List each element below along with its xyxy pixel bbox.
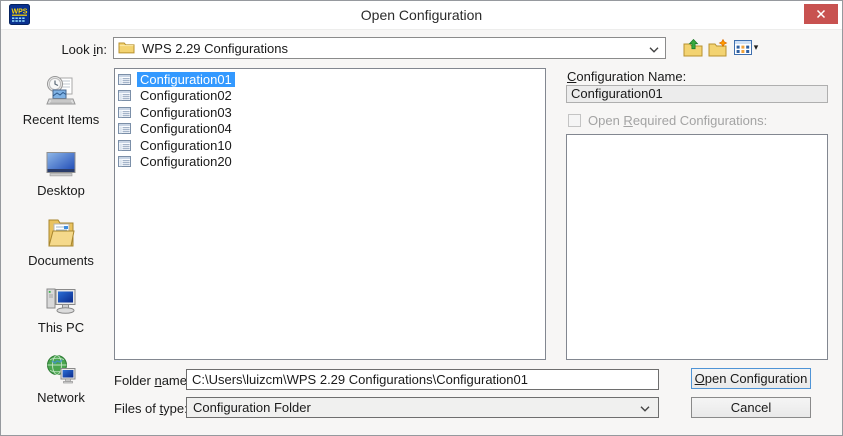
file-item[interactable]: Configuration01 xyxy=(115,71,545,88)
file-item-label: Configuration04 xyxy=(137,121,235,136)
sidebar-item-this-pc[interactable]: This PC xyxy=(13,285,109,335)
file-item[interactable]: Configuration10 xyxy=(115,137,545,154)
cancel-button[interactable]: Cancel xyxy=(691,397,811,418)
look-in-combobox[interactable]: WPS 2.29 Configurations xyxy=(113,37,666,59)
configuration-file-icon xyxy=(118,156,131,167)
sidebar-item-network[interactable]: Network xyxy=(13,354,109,405)
open-required-checkbox[interactable] xyxy=(568,114,581,127)
file-item[interactable]: Configuration04 xyxy=(115,121,545,138)
dialog-title: Open Configuration xyxy=(1,7,842,23)
up-one-level-folder-icon[interactable] xyxy=(682,37,704,58)
recent-items-icon xyxy=(44,95,78,110)
title-bar[interactable]: WPS Open Configuration xyxy=(1,1,842,30)
look-in-value: WPS 2.29 Configurations xyxy=(142,41,288,56)
close-icon[interactable] xyxy=(804,4,838,24)
sidebar-item-label: Network xyxy=(13,390,109,405)
configuration-file-icon xyxy=(118,123,131,134)
files-of-type-combobox[interactable]: Configuration Folder xyxy=(186,397,659,418)
sidebar-item-label: Recent Items xyxy=(13,112,109,127)
documents-icon xyxy=(46,236,76,251)
open-configuration-dialog: WPS Open Configuration Look in: WPS 2. xyxy=(0,0,843,436)
configuration-file-icon xyxy=(118,140,131,151)
configuration-name-label: Configuration Name: xyxy=(567,69,686,84)
configuration-file-icon xyxy=(118,107,131,118)
folder-name-label: Folder name: xyxy=(114,373,191,388)
view-menu-icon[interactable]: ▾ xyxy=(731,37,761,58)
configuration-file-icon xyxy=(118,74,131,85)
open-required-checkbox-label: Open Required Configurations: xyxy=(588,113,767,128)
file-item-label: Configuration20 xyxy=(137,154,235,169)
chevron-down-icon xyxy=(649,41,659,56)
files-of-type-label: Files of type: xyxy=(114,401,188,416)
configuration-name-field[interactable]: Configuration01 xyxy=(566,85,828,103)
network-icon xyxy=(45,373,77,388)
file-list[interactable]: Configuration01 Configuration02 Configur… xyxy=(114,68,546,360)
file-item-label: Configuration02 xyxy=(137,88,235,103)
file-item[interactable]: Configuration03 xyxy=(115,104,545,121)
sidebar-item-label: Desktop xyxy=(13,183,109,198)
create-new-folder-icon[interactable] xyxy=(707,37,729,58)
file-item[interactable]: Configuration02 xyxy=(115,88,545,105)
files-of-type-value: Configuration Folder xyxy=(193,400,311,415)
file-item-label: Configuration01 xyxy=(137,72,235,87)
folder-icon xyxy=(118,40,135,57)
view-menu-caret-icon: ▾ xyxy=(754,43,759,52)
sidebar-item-desktop[interactable]: Desktop xyxy=(13,151,109,198)
open-configuration-button[interactable]: Open Configuration xyxy=(691,368,811,389)
sidebar-item-recent-items[interactable]: Recent Items xyxy=(13,75,109,127)
sidebar-item-label: This PC xyxy=(13,320,109,335)
desktop-icon xyxy=(45,166,77,181)
chevron-down-icon xyxy=(640,400,650,415)
file-item-label: Configuration03 xyxy=(137,105,235,120)
file-item[interactable]: Configuration20 xyxy=(115,154,545,171)
required-configurations-list[interactable] xyxy=(566,134,828,360)
configuration-file-icon xyxy=(118,90,131,101)
file-item-label: Configuration10 xyxy=(137,138,235,153)
folder-name-input[interactable]: C:\Users\luizcm\WPS 2.29 Configurations\… xyxy=(186,369,659,390)
sidebar-item-documents[interactable]: Documents xyxy=(13,217,109,268)
this-pc-icon xyxy=(44,303,78,318)
sidebar-item-label: Documents xyxy=(13,253,109,268)
look-in-label: Look in: xyxy=(41,42,107,57)
